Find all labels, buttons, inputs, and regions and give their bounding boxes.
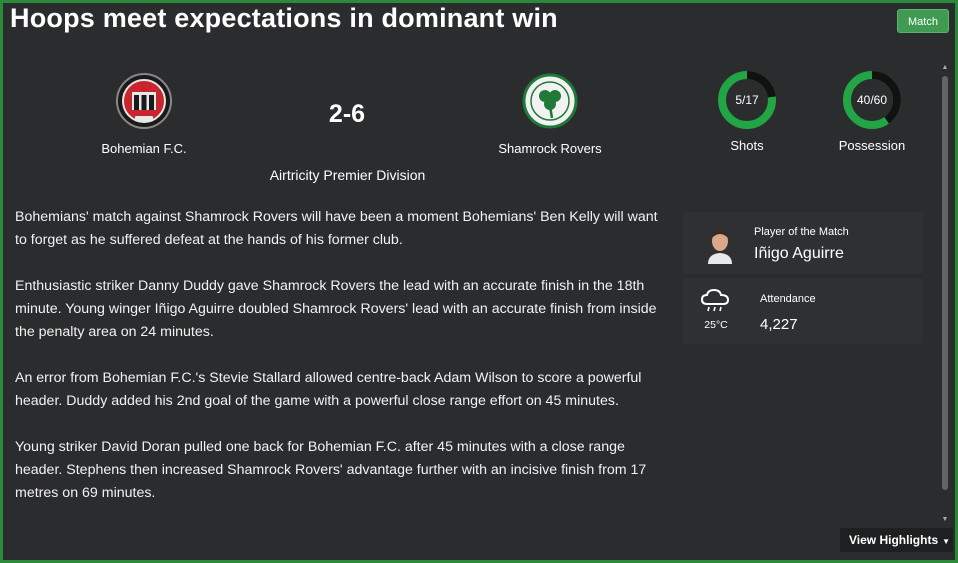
home-team-name: Bohemian F.C.	[101, 141, 187, 156]
shots-ring: 5/17	[717, 70, 777, 130]
temperature: 25°C	[704, 319, 728, 331]
scroll-down-arrow-icon[interactable]: ▼	[941, 516, 949, 524]
home-team[interactable]: Bohemian F.C.	[84, 72, 204, 156]
scrollbar[interactable]: ▲ ▼	[941, 64, 949, 524]
shots-stat: 5/17 Shots	[702, 70, 792, 153]
match-score: 2-6	[328, 100, 366, 128]
report-paragraph: An error from Bohemian F.C.'s Stevie Sta…	[15, 370, 642, 409]
caret-down-icon: ▼	[942, 537, 951, 546]
view-highlights-label: View Highlights	[849, 533, 939, 547]
attendance-value: 4,227	[760, 316, 798, 333]
possession-ring: 40/60	[842, 70, 902, 130]
competition-name[interactable]: Airtricity Premier Division	[240, 167, 455, 183]
possession-stat: 40/60 Possession	[827, 70, 917, 153]
scroll-up-arrow-icon[interactable]: ▲	[941, 64, 949, 72]
report-paragraph: Bohemians' match against Shamrock Rovers…	[15, 209, 658, 248]
report-paragraph: Enthusiastic striker Danny Duddy gave Sh…	[15, 278, 657, 340]
page-title: Hoops meet expectations in dominant win	[10, 3, 558, 33]
view-highlights-button[interactable]: View Highlights ▼	[840, 528, 953, 552]
possession-value: 40/60	[856, 93, 888, 107]
rain-cloud-icon	[700, 288, 730, 312]
shamrock-rovers-crest-icon	[522, 73, 578, 129]
side-panel: Player of the Match Iñigo Aguirre 25°C A…	[683, 212, 923, 344]
player-photo-icon	[705, 226, 735, 264]
shots-label: Shots	[730, 138, 764, 153]
possession-label: Possession	[838, 138, 906, 153]
weather-attendance-card: 25°C Attendance 4,227	[683, 278, 923, 344]
report-paragraph: Young striker David Doran pulled one bac…	[15, 439, 647, 501]
potm-name[interactable]: Iñigo Aguirre	[754, 245, 844, 263]
match-report: Bohemians' match against Shamrock Rovers…	[15, 206, 665, 528]
shots-value: 5/17	[735, 93, 759, 107]
attendance-title: Attendance	[760, 293, 816, 305]
match-button[interactable]: Match	[897, 9, 949, 33]
bohemian-crest-icon	[116, 73, 172, 129]
away-team-name: Shamrock Rovers	[498, 141, 602, 156]
scroll-thumb[interactable]	[942, 76, 948, 490]
player-of-the-match-card[interactable]: Player of the Match Iñigo Aguirre	[683, 212, 923, 274]
potm-title: Player of the Match	[754, 226, 849, 238]
away-team[interactable]: Shamrock Rovers	[480, 72, 620, 156]
